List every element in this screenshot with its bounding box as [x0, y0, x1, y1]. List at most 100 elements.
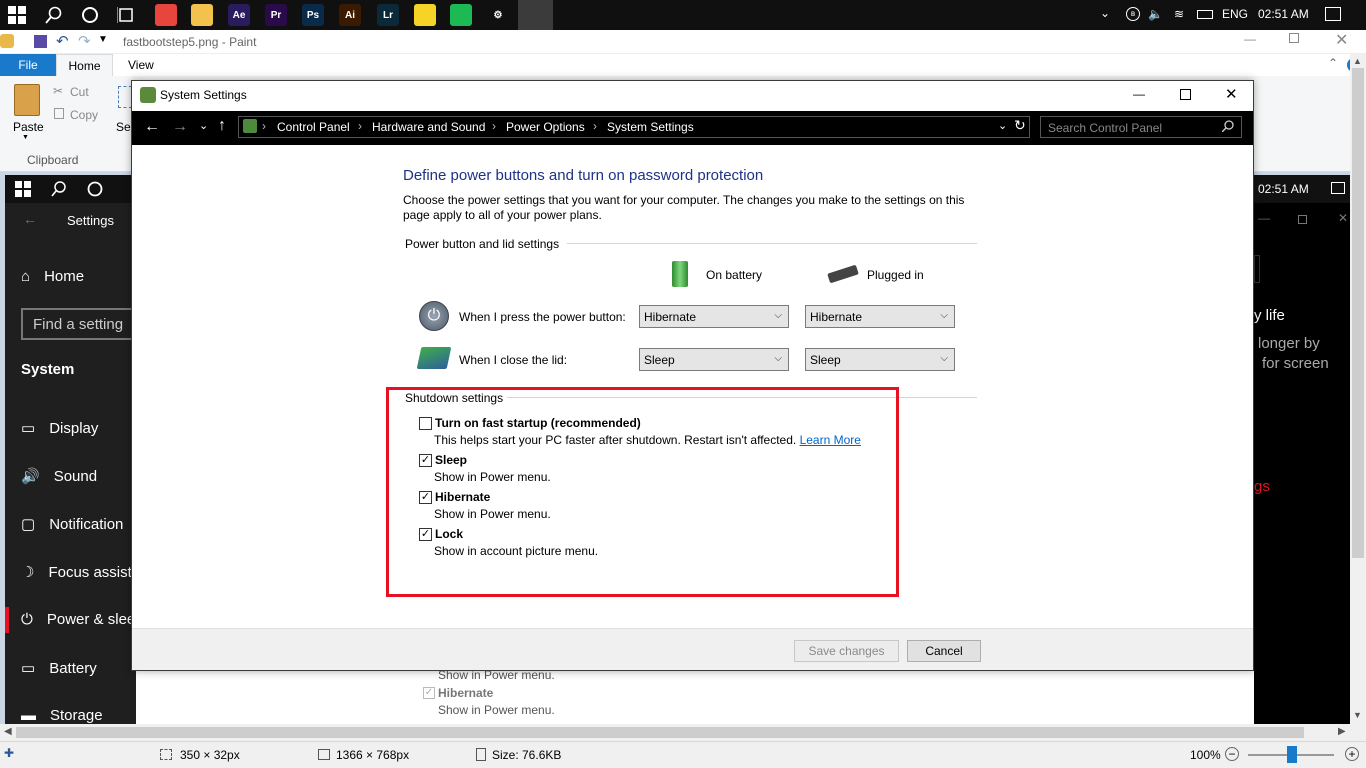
- lid-plugged-value: Sleep: [810, 352, 841, 367]
- find-setting-box: Find a setting: [21, 308, 141, 340]
- minimize-ribbon-icon[interactable]: ⌃: [1328, 56, 1338, 70]
- cancel-button[interactable]: Cancel: [907, 640, 981, 662]
- horizontal-scrollbar[interactable]: ◀ ▶: [0, 724, 1366, 741]
- breadcrumb-control-panel[interactable]: Control Panel: [277, 120, 350, 134]
- forward-button[interactable]: →: [172, 118, 188, 136]
- volume-icon[interactable]: 🔈: [1148, 7, 1163, 21]
- inner-close-icon: ✕: [1338, 211, 1349, 225]
- minimize-button[interactable]: —: [1244, 32, 1256, 46]
- cut-icon[interactable]: ✂: [53, 84, 63, 98]
- power-group-label: Power button and lid settings: [405, 237, 560, 251]
- lightroom-icon[interactable]: Lr: [377, 4, 399, 26]
- redo-icon[interactable]: ↷: [78, 32, 91, 50]
- h-scroll-thumb[interactable]: [16, 727, 1304, 738]
- search-icon[interactable]: [1221, 120, 1234, 135]
- dialog-close-button[interactable]: ✕: [1225, 85, 1238, 103]
- back-button[interactable]: ←: [144, 118, 160, 136]
- spotify-icon[interactable]: [450, 4, 472, 26]
- copy-button[interactable]: Copy: [70, 108, 98, 122]
- longer-text: longer by: [1258, 335, 1320, 352]
- chevron-up-icon[interactable]: ⌄: [1100, 6, 1110, 20]
- breadcrumb-hardware-sound[interactable]: Hardware and Sound: [372, 120, 485, 134]
- search-placeholder: Search Control Panel: [1048, 121, 1163, 135]
- language-indicator[interactable]: ENG: [1222, 7, 1248, 21]
- chevron-down-icon: ⌵: [940, 353, 948, 364]
- storage-label: Storage: [50, 707, 103, 724]
- display-item: ▭ Display: [21, 419, 98, 438]
- clock[interactable]: 02:51 AM: [1258, 7, 1309, 21]
- refresh-icon[interactable]: ↻: [1014, 117, 1026, 134]
- sticky-notes-icon[interactable]: [414, 4, 436, 26]
- recent-locations-icon[interactable]: ⌄: [199, 119, 208, 132]
- after-effects-icon[interactable]: Ae: [228, 4, 250, 26]
- lid-battery-value: Sleep: [644, 352, 675, 367]
- start-button[interactable]: [8, 6, 26, 24]
- power-button-plugged-select[interactable]: Hibernate ⌵: [805, 305, 955, 328]
- undo-icon[interactable]: ↶: [56, 32, 69, 50]
- paste-button[interactable]: Paste: [13, 120, 44, 134]
- bluetooth-icon[interactable]: ʙ: [1126, 7, 1140, 21]
- notifications-icon: ▢: [21, 516, 36, 533]
- settings-link-text: gs: [1254, 478, 1270, 495]
- scroll-left-icon[interactable]: ◀: [4, 726, 12, 737]
- illustrator-icon[interactable]: Ai: [339, 4, 361, 26]
- chrome-icon[interactable]: [155, 4, 177, 26]
- power-button-battery-value: Hibernate: [644, 309, 697, 324]
- power-icon: ⏻: [21, 611, 33, 628]
- paste-icon[interactable]: [14, 84, 40, 116]
- on-battery-label: On battery: [706, 268, 763, 282]
- breadcrumb-system-settings[interactable]: System Settings: [607, 120, 694, 134]
- windows-icon: [15, 181, 31, 197]
- sound-icon: 🔊: [21, 468, 40, 485]
- vertical-scrollbar[interactable]: ▲ ▼: [1350, 54, 1366, 724]
- cut-button[interactable]: Cut: [70, 85, 89, 99]
- breadcrumb-separator-icon: ›: [262, 119, 266, 133]
- tab-home[interactable]: Home: [56, 54, 113, 77]
- up-button[interactable]: ↑: [218, 117, 226, 135]
- find-setting-placeholder: Find a setting: [33, 316, 124, 333]
- tab-view[interactable]: View: [128, 58, 154, 72]
- action-center-icon[interactable]: [1325, 7, 1341, 21]
- paste-dropdown-icon[interactable]: ▼: [22, 134, 29, 141]
- photoshop-icon[interactable]: Ps: [302, 4, 324, 26]
- copy-icon[interactable]: [54, 108, 64, 119]
- search-control-panel[interactable]: Search Control Panel: [1040, 116, 1242, 138]
- scroll-right-icon[interactable]: ▶: [1338, 726, 1346, 737]
- restore-button[interactable]: [1289, 33, 1299, 43]
- lid-plugged-select[interactable]: Sleep ⌵: [805, 348, 955, 371]
- lid-battery-select[interactable]: Sleep ⌵: [639, 348, 789, 371]
- tab-file[interactable]: File: [0, 54, 56, 76]
- address-dropdown-icon[interactable]: ⌄: [998, 119, 1007, 132]
- cortana-icon[interactable]: [81, 6, 99, 24]
- dialog-minimize-button[interactable]: —: [1133, 87, 1145, 101]
- inner-restore-icon: [1298, 215, 1307, 224]
- sound-label: Sound: [53, 467, 98, 485]
- zoom-in-button[interactable]: +: [1345, 747, 1359, 761]
- power-button-battery-select[interactable]: Hibernate ⌵: [639, 305, 789, 328]
- battery-icon[interactable]: [1197, 10, 1213, 19]
- search-icon[interactable]: [45, 6, 63, 24]
- zoom-out-button[interactable]: −: [1225, 747, 1239, 761]
- file-explorer-icon[interactable]: [191, 4, 213, 26]
- quick-access-dropdown-icon[interactable]: ▼: [98, 34, 108, 45]
- dialog-maximize-button[interactable]: [1180, 89, 1191, 100]
- close-button[interactable]: ✕: [1335, 30, 1348, 50]
- scroll-thumb[interactable]: [1352, 68, 1364, 558]
- dialog-title: System Settings: [160, 88, 247, 102]
- select-icon[interactable]: [118, 86, 132, 108]
- wifi-icon[interactable]: ≋: [1174, 7, 1184, 21]
- power-options-app-icon: [140, 87, 156, 103]
- zoom-level: 100%: [1190, 748, 1221, 762]
- scroll-up-icon[interactable]: ▲: [1353, 56, 1362, 66]
- settings-icon[interactable]: ⚙: [487, 4, 509, 26]
- description-line-1: Choose the power settings that you want …: [403, 193, 965, 207]
- breadcrumb-power-options[interactable]: Power Options: [506, 120, 585, 134]
- premiere-icon[interactable]: Pr: [265, 4, 287, 26]
- task-view-icon[interactable]: [116, 6, 135, 24]
- save-icon[interactable]: [34, 35, 47, 48]
- paint-icon[interactable]: [561, 4, 583, 26]
- scroll-down-icon[interactable]: ▼: [1353, 710, 1362, 720]
- save-changes-button[interactable]: Save changes: [794, 640, 899, 662]
- paint-title: fastbootstep5.png - Paint: [123, 35, 257, 49]
- zoom-slider-thumb[interactable]: [1287, 746, 1297, 763]
